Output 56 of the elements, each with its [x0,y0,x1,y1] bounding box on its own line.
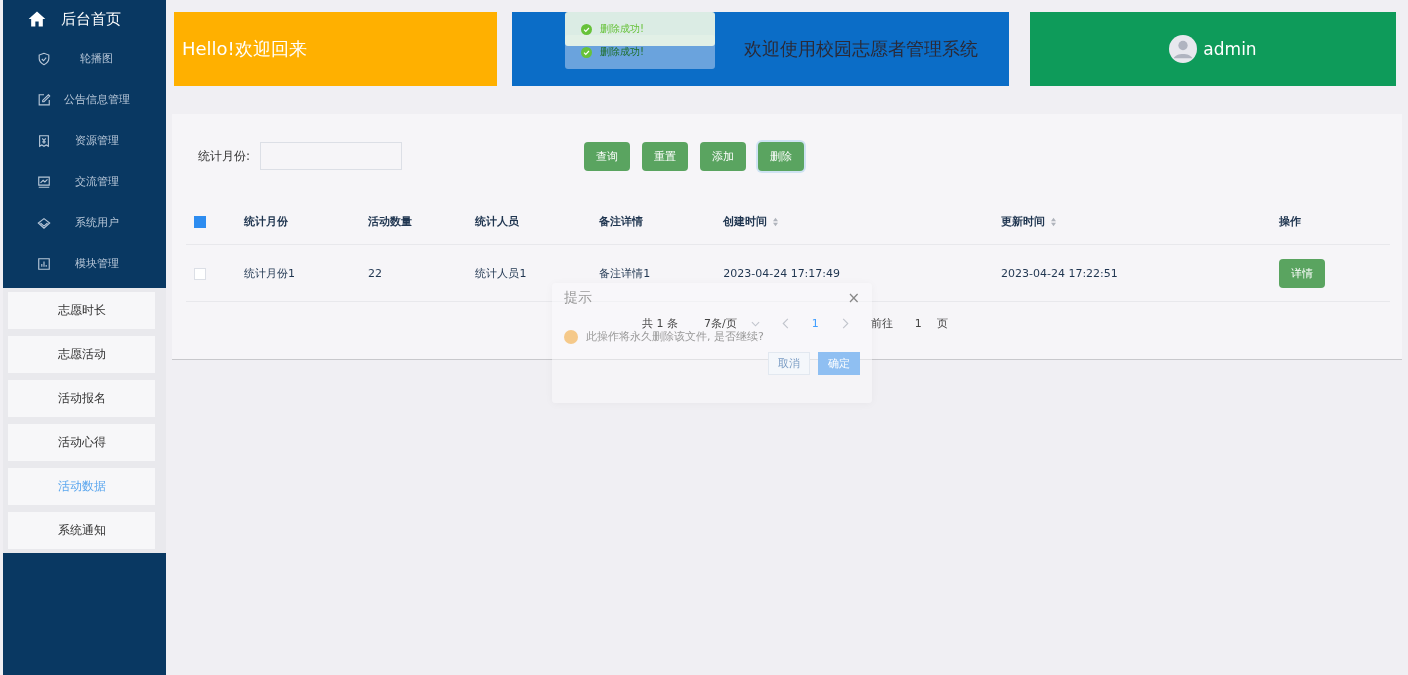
menu-item[interactable]: 资源管理 [3,120,166,161]
toast-message: 删除成功! [600,22,644,36]
column-header: 活动数量 [367,214,412,228]
line-chart-icon [37,174,51,189]
page-size-select[interactable]: 7条/页 [704,316,737,331]
edit-icon [37,92,51,107]
field-label: 统计月份: [198,147,251,165]
toast-message: 删除成功! [600,45,644,59]
table-cell: 2023-04-24 17:17:49 [723,266,841,280]
goto-label: 前往 [870,316,893,331]
chevron-down-icon [750,320,760,327]
total-count: 共 1 条 [642,316,678,331]
table-cell: 统计月份1 [244,266,295,280]
month-input[interactable] [260,142,403,170]
goto-input[interactable]: 1 [914,317,922,330]
row-checkbox[interactable] [194,267,206,280]
column-header: 统计月份 [244,214,288,228]
table-cell: 备注详情1 [599,266,651,280]
success-icon [581,23,592,35]
table-cell: 统计人员1 [475,266,527,280]
home-icon [27,9,47,29]
table-cell: 2023-04-24 17:22:51 [1001,266,1118,280]
success-icon [581,46,592,58]
diamond-icon [37,215,51,230]
submenu-item[interactable]: 活动报名 [8,380,155,417]
submenu-item[interactable]: 志愿活动 [8,336,155,373]
dialog-message: 此操作将永久删除该文件, 是否继续? [586,329,764,344]
menu-item[interactable]: 交流管理 [3,161,166,202]
avatar-icon [1169,35,1198,63]
sort-icon[interactable] [772,216,780,227]
column-header: 创建时间 [723,214,768,228]
home-menu-item[interactable]: 后台首页 [3,0,166,38]
document-icon [37,133,51,148]
bar-chart-icon [37,256,51,271]
shield-icon [37,51,51,66]
sort-icon[interactable] [1050,216,1057,227]
dialog-title: 提示 [564,289,592,307]
next-page-icon[interactable] [840,318,849,329]
prev-page-icon[interactable] [781,318,790,329]
menu-item[interactable]: 公告信息管理 [3,79,166,120]
submenu-item[interactable]: 活动心得 [8,424,155,461]
menu-item[interactable]: 轮播图 [3,38,166,79]
menu-item[interactable]: 系统用户 [3,202,166,243]
submenu-item[interactable]: 系统通知 [8,512,155,549]
table-cell: 22 [367,266,382,280]
username: admin [1203,39,1257,59]
column-header: 更新时间 [1001,214,1045,228]
column-header: 统计人员 [475,214,520,228]
greeting-text: Hello!欢迎回来 [182,37,307,61]
page-unit: 页 [936,316,948,331]
submenu-item[interactable]: 志愿时长 [8,292,155,329]
select-all-checkbox[interactable] [194,215,206,228]
system-title: 欢迎使用校园志愿者管理系统 [743,37,978,61]
column-header: 操作 [1278,214,1301,228]
column-header: 备注详情 [599,214,644,228]
menu-item[interactable]: 模块管理 [3,243,166,284]
